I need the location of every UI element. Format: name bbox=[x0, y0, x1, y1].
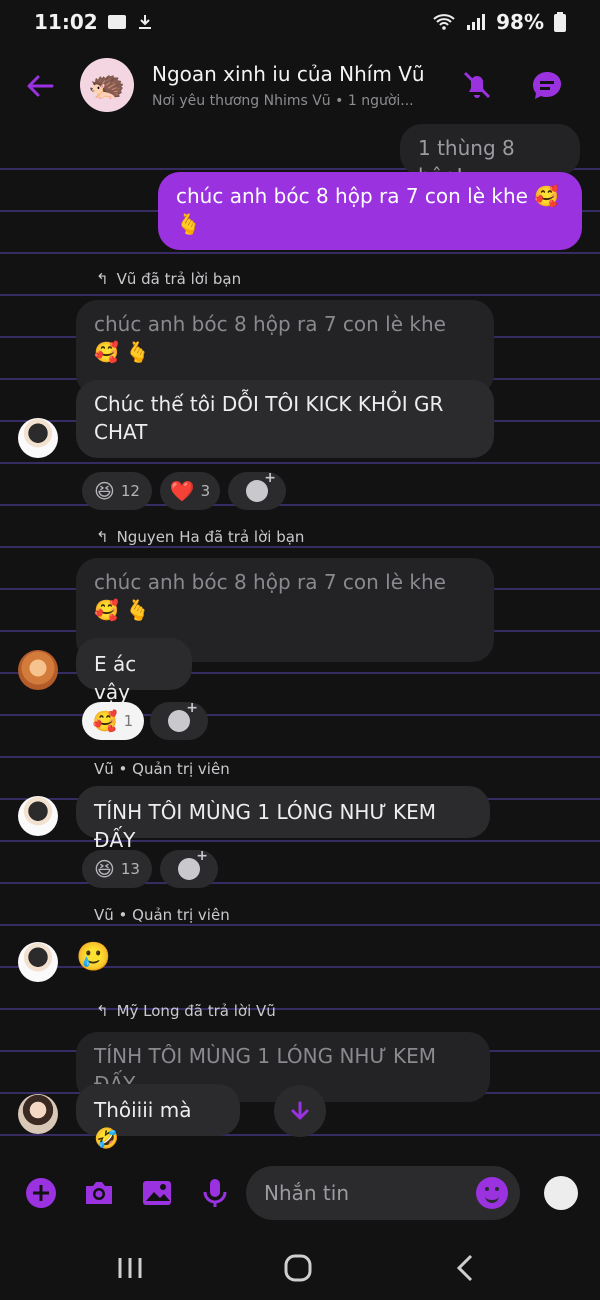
back-icon[interactable] bbox=[446, 1248, 486, 1288]
gallery-icon[interactable] bbox=[140, 1176, 174, 1210]
battery-percent: 98% bbox=[496, 10, 544, 34]
add-reaction-icon bbox=[178, 848, 208, 880]
message-input[interactable]: Nhắn tin bbox=[246, 1166, 520, 1220]
status-time: 11:02 bbox=[34, 10, 98, 34]
avatar[interactable] bbox=[18, 942, 58, 982]
chat-threads-icon[interactable] bbox=[530, 68, 564, 102]
reply-arrow-icon: ↰ bbox=[96, 1002, 109, 1020]
recent-apps-icon[interactable] bbox=[110, 1248, 150, 1288]
chat-header: 🦔 Ngoan xinh iu của Nhím Vũ Nơi yêu thươ… bbox=[0, 50, 600, 122]
avatar[interactable] bbox=[18, 418, 58, 458]
message-bubble[interactable]: Thôiiii mà 🤣 bbox=[76, 1084, 240, 1150]
reply-label: ↰ Nguyen Ha đã trả lời bạn bbox=[96, 528, 305, 546]
home-icon[interactable] bbox=[278, 1248, 318, 1288]
scroll-to-bottom-button[interactable] bbox=[274, 1085, 326, 1137]
reaction-pill[interactable]: 😆 12 bbox=[82, 472, 152, 510]
group-avatar[interactable]: 🦔 bbox=[80, 58, 134, 112]
camera-icon[interactable] bbox=[82, 1176, 116, 1210]
sticker-icon[interactable] bbox=[544, 1176, 578, 1210]
chat-subtitle[interactable]: Nơi yêu thương Nhims Vũ • 1 người... bbox=[152, 93, 414, 109]
add-reaction-button[interactable] bbox=[160, 848, 218, 888]
message-bubble[interactable]: TÍNH TÔI MÙNG 1 LÓNG NHƯ KEM ĐẤY bbox=[76, 786, 490, 852]
add-reaction-button[interactable] bbox=[228, 470, 286, 510]
microphone-icon[interactable] bbox=[198, 1176, 232, 1210]
message-text: chúc anh bóc 8 hộp ra 7 con lè khe 🥰 🫰 bbox=[176, 184, 560, 236]
back-arrow-icon[interactable] bbox=[24, 70, 56, 102]
input-placeholder: Nhắn tin bbox=[264, 1181, 349, 1205]
folder-icon bbox=[107, 15, 126, 29]
signal-icon bbox=[467, 14, 486, 30]
emoji-icon[interactable] bbox=[476, 1177, 508, 1209]
muted-bell-icon[interactable] bbox=[460, 68, 494, 102]
add-reaction-icon bbox=[168, 700, 198, 732]
add-reaction-button[interactable] bbox=[150, 700, 208, 740]
my-message-bubble[interactable]: chúc anh bóc 8 hộp ra 7 con lè khe 🥰 🫰 bbox=[158, 172, 582, 250]
arrow-down-icon bbox=[291, 1101, 309, 1120]
reply-arrow-icon: ↰ bbox=[96, 528, 109, 546]
system-nav-bar bbox=[0, 1236, 600, 1300]
plus-icon[interactable] bbox=[24, 1176, 58, 1210]
message-bubble[interactable]: E ác vậy bbox=[76, 638, 192, 704]
battery-icon bbox=[554, 12, 566, 32]
chat-title[interactable]: Ngoan xinh iu của Nhím Vũ bbox=[152, 62, 425, 86]
reply-label: ↰ Vũ đã trả lời bạn bbox=[96, 270, 242, 288]
avatar[interactable] bbox=[18, 1094, 58, 1134]
reaction-pill[interactable]: 😆 13 bbox=[82, 850, 152, 888]
reply-arrow-icon: ↰ bbox=[96, 270, 109, 288]
message-bubble[interactable]: Chúc thế tôi DỖI TÔI KICK KHỎI GR CHAT bbox=[76, 380, 494, 458]
sender-label: Vũ • Quản trị viên bbox=[94, 760, 230, 778]
avatar[interactable] bbox=[18, 796, 58, 836]
add-reaction-icon bbox=[246, 470, 276, 502]
reaction-pill[interactable]: 🥰 1 bbox=[82, 702, 144, 740]
reaction-pill[interactable]: ❤️ 3 bbox=[160, 472, 220, 510]
download-icon bbox=[138, 15, 151, 29]
wifi-icon bbox=[433, 14, 455, 30]
avatar[interactable] bbox=[18, 650, 58, 690]
status-bar: 11:02 98% bbox=[0, 0, 600, 44]
emoji-message[interactable]: 🥲 bbox=[76, 940, 111, 973]
message-composer: Nhắn tin bbox=[0, 1160, 600, 1230]
sender-label: Vũ • Quản trị viên bbox=[94, 906, 230, 924]
reply-label: ↰ Mỹ Long đã trả lời Vũ bbox=[96, 1002, 276, 1020]
quoted-message[interactable]: 1 thùng 8 hộp! bbox=[400, 124, 580, 188]
